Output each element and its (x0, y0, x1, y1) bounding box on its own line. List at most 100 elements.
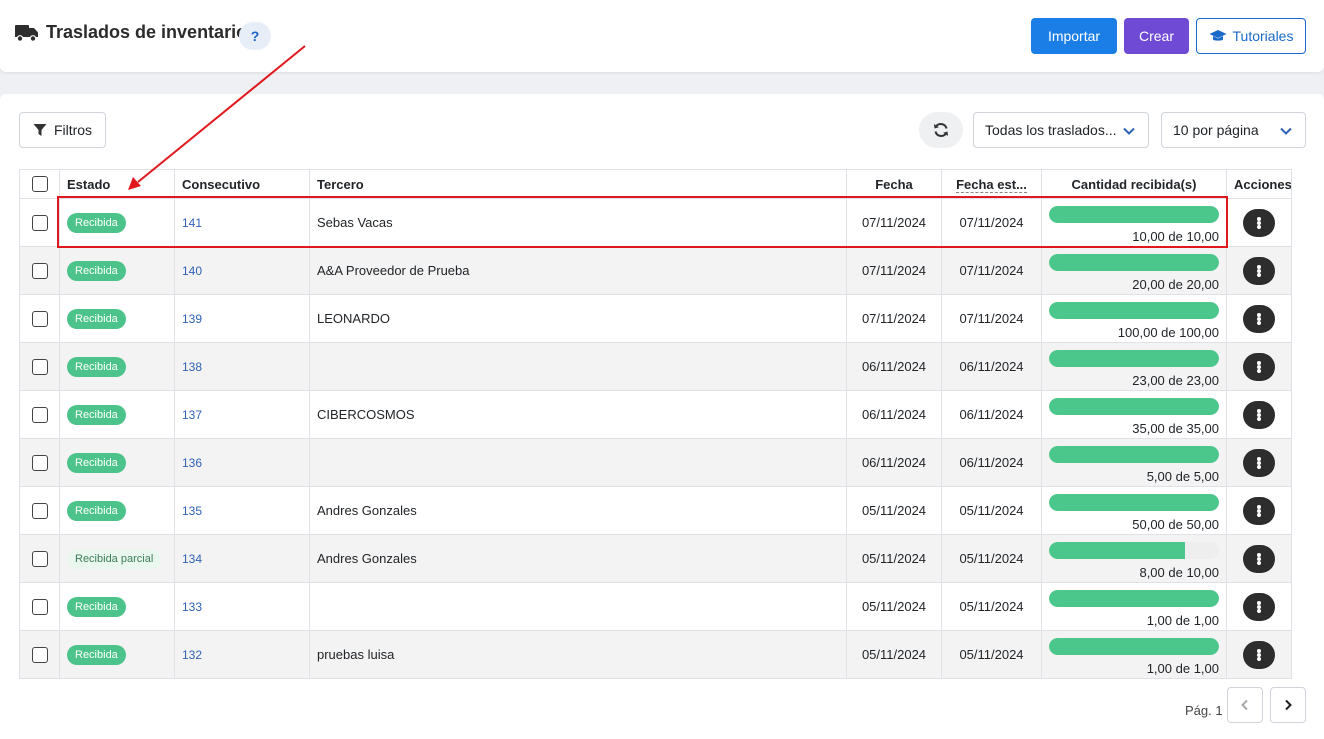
row-checkbox[interactable] (31, 310, 48, 327)
table-row[interactable]: Recibida 135 Andres Gonzales 05/11/2024 05/1… (19, 486, 1292, 535)
row-checkbox[interactable] (31, 502, 48, 519)
row-checkbox[interactable] (31, 550, 48, 567)
help-button[interactable]: ? (239, 22, 271, 50)
tercero-cell (309, 438, 847, 487)
row-checkbox[interactable] (31, 598, 48, 615)
fecha-est-cell: 05/11/2024 (941, 630, 1042, 679)
consecutivo-link[interactable]: 136 (182, 456, 202, 470)
consecutivo-link[interactable]: 139 (182, 312, 202, 326)
chevron-left-icon (1241, 699, 1248, 711)
progress-fill (1049, 301, 1219, 319)
consecutivo-link[interactable]: 141 (182, 216, 202, 230)
acciones-cell (1226, 582, 1292, 631)
estado-cell: Recibida (59, 438, 175, 487)
table-row[interactable]: Recibida 136 06/11/2024 06/11/2024 5,00 de 5… (19, 438, 1292, 487)
per-page-value: 10 por página (1173, 122, 1259, 138)
cantidad-cell: 1,00 de 1,00 (1041, 582, 1227, 631)
column-header-cantidad[interactable]: Cantidad recibida(s) (1041, 169, 1227, 199)
progress-bar (1049, 637, 1219, 655)
progress-bar (1049, 253, 1219, 271)
consecutivo-link[interactable]: 134 (182, 552, 202, 566)
fecha-cell: 07/11/2024 (846, 294, 942, 343)
consecutivo-link[interactable]: 137 (182, 408, 202, 422)
refresh-button[interactable] (919, 112, 963, 148)
truck-icon (15, 25, 38, 42)
table-row[interactable]: Recibida 132 pruebas luisa 05/11/2024 05/11/… (19, 630, 1292, 679)
progress-bar (1049, 493, 1219, 511)
tercero-cell (309, 582, 847, 631)
more-actions-icon[interactable] (1243, 544, 1275, 573)
table-header-row: Estado Consecutivo Tercero Fecha Fecha e… (19, 169, 1292, 199)
progress-bar (1049, 301, 1219, 319)
row-checkbox[interactable] (31, 454, 48, 471)
row-checkbox[interactable] (31, 646, 48, 663)
more-actions-icon[interactable] (1243, 400, 1275, 429)
fecha-cell: 05/11/2024 (846, 630, 942, 679)
consecutivo-link[interactable]: 135 (182, 504, 202, 518)
more-actions-icon[interactable] (1243, 352, 1275, 381)
column-header-fecha[interactable]: Fecha (846, 169, 942, 199)
more-actions-icon[interactable] (1243, 256, 1275, 285)
next-page-button[interactable] (1270, 687, 1306, 723)
progress-fill (1049, 589, 1219, 607)
status-badge: Recibida (67, 452, 126, 473)
column-header-consecutivo[interactable]: Consecutivo (174, 169, 310, 199)
traslados-filter-select[interactable]: Todas los traslados... (973, 112, 1149, 148)
column-header-fecha-est[interactable]: Fecha est... (941, 169, 1042, 199)
cantidad-text: 10,00 de 10,00 (1132, 228, 1219, 244)
table-row[interactable]: Recibida 141 Sebas Vacas 07/11/2024 07/11/20… (19, 198, 1292, 247)
consecutivo-cell: 137 (174, 390, 310, 439)
filters-button[interactable]: Filtros (19, 112, 106, 148)
row-checkbox[interactable] (31, 406, 48, 423)
more-actions-icon[interactable] (1243, 496, 1275, 525)
consecutivo-link[interactable]: 138 (182, 360, 202, 374)
fecha-cell: 07/11/2024 (846, 246, 942, 295)
table-row[interactable]: Recibida 140 A&A Proveedor de Prueba 07/11/… (19, 246, 1292, 295)
table-row[interactable]: Recibida 133 05/11/2024 05/11/2024 1,00 de 1… (19, 582, 1292, 631)
column-header-estado[interactable]: Estado (59, 169, 175, 199)
cantidad-cell: 50,00 de 50,00 (1041, 486, 1227, 535)
column-header-tercero[interactable]: Tercero (309, 169, 847, 199)
chevron-right-icon (1285, 699, 1292, 711)
import-button[interactable]: Importar (1031, 18, 1117, 54)
fecha-est-cell: 07/11/2024 (941, 294, 1042, 343)
table-row[interactable]: Recibida 138 06/11/2024 06/11/2024 23,00 de … (19, 342, 1292, 391)
create-button[interactable]: Crear (1124, 18, 1189, 54)
row-checkbox[interactable] (31, 358, 48, 375)
fecha-est-cell: 07/11/2024 (941, 198, 1042, 247)
estado-cell: Recibida (59, 294, 175, 343)
table-row[interactable]: Recibida parcial 134 Andres Gonzales 05/11/… (19, 534, 1292, 583)
fecha-cell: 06/11/2024 (846, 438, 942, 487)
row-checkbox[interactable] (31, 262, 48, 279)
progress-fill (1049, 349, 1219, 367)
table-row[interactable]: Recibida 139 LEONARDO 07/11/2024 07/11/2024 1… (19, 294, 1292, 343)
fecha-est-cell: 06/11/2024 (941, 390, 1042, 439)
tutorials-button[interactable]: Tutoriales (1196, 18, 1306, 54)
consecutivo-link[interactable]: 140 (182, 264, 202, 278)
previous-page-button[interactable] (1227, 687, 1263, 723)
status-badge: Recibida parcial (67, 548, 162, 569)
status-badge: Recibida (67, 356, 126, 377)
row-checkbox[interactable] (31, 214, 48, 231)
fecha-est-cell: 06/11/2024 (941, 342, 1042, 391)
page-indicator: Pág. 1 (1185, 703, 1223, 718)
status-badge: Recibida (67, 500, 126, 521)
refresh-icon (934, 123, 948, 137)
row-select-cell (19, 438, 60, 487)
consecutivo-link[interactable]: 132 (182, 648, 202, 662)
estado-cell: Recibida (59, 630, 175, 679)
consecutivo-link[interactable]: 133 (182, 600, 202, 614)
more-actions-icon[interactable] (1243, 448, 1275, 477)
row-select-cell (19, 294, 60, 343)
more-actions-icon[interactable] (1243, 208, 1275, 237)
acciones-cell (1226, 246, 1292, 295)
page-title: Traslados de inventario (46, 22, 248, 42)
more-actions-icon[interactable] (1243, 592, 1275, 621)
more-actions-icon[interactable] (1243, 640, 1275, 669)
page-header: Traslados de inventario ? Importar Crear… (0, 0, 1324, 72)
estado-cell: Recibida parcial (59, 534, 175, 583)
table-row[interactable]: Recibida 137 CIBERCOSMOS 06/11/2024 06/11/20… (19, 390, 1292, 439)
per-page-select[interactable]: 10 por página (1161, 112, 1306, 148)
more-actions-icon[interactable] (1243, 304, 1275, 333)
select-all-checkbox[interactable] (31, 176, 48, 193)
